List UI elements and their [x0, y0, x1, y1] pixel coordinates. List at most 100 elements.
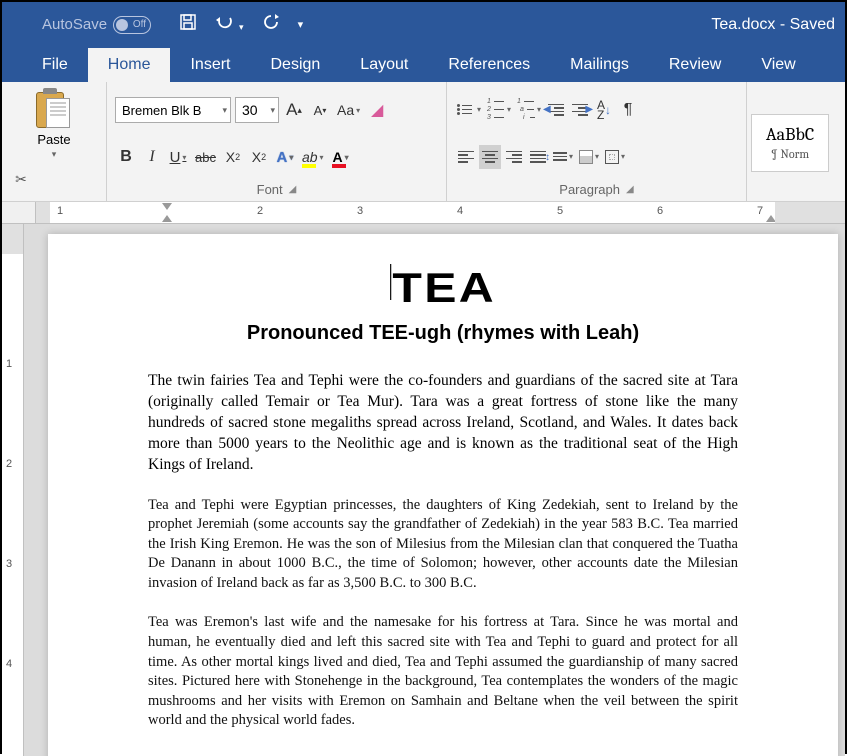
font-launcher-icon[interactable]: ◢	[289, 184, 297, 195]
tab-file[interactable]: File	[22, 48, 88, 82]
sort-button[interactable]: AZ↓	[593, 98, 615, 122]
increase-font-button[interactable]: A▴	[283, 98, 305, 122]
tab-view[interactable]: View	[741, 48, 815, 82]
ruler-tick: 7	[757, 205, 763, 217]
superscript-button[interactable]: X2	[248, 145, 270, 169]
style-caption: ¶ Norm	[771, 147, 809, 161]
clear-formatting-button[interactable]: ◢	[366, 98, 388, 122]
align-center-button[interactable]	[479, 145, 501, 169]
group-paragraph: ▾ 123▾ 1ai▾ ◀ ▶ AZ↓ ¶ ▾ ▾ ▾ Paragraph ◢	[447, 82, 747, 201]
text-effects-icon: A	[277, 149, 288, 166]
ruler-tick: 1	[57, 205, 63, 217]
save-icon[interactable]	[179, 13, 197, 36]
underline-button[interactable]: U▾	[167, 145, 189, 169]
document-page[interactable]: TEA Pronounced TEE-ugh (rhymes with Leah…	[48, 234, 838, 756]
doc-paragraph[interactable]: Tea and Tephi were Egyptian princesses, …	[148, 496, 738, 594]
show-marks-button[interactable]: ¶	[617, 98, 639, 122]
highlight-button[interactable]: ab▾	[300, 145, 326, 169]
doc-paragraph[interactable]: The twin fairies Tea and Tephi were the …	[148, 371, 738, 476]
font-color-icon: A	[332, 149, 342, 165]
autosave-label: AutoSave	[42, 16, 107, 33]
numbering-button[interactable]: 123▾	[485, 98, 513, 122]
tab-review[interactable]: Review	[649, 48, 741, 82]
ribbon: Paste ▾ ✂ Clipboard ◢ Bremen Blk B▾ 30 ▾ …	[2, 82, 845, 202]
style-normal[interactable]: AaBbC ¶ Norm	[751, 114, 829, 172]
chevron-down-icon[interactable]: ▾	[222, 105, 227, 116]
qat-customize-icon[interactable]: ▾	[298, 18, 304, 31]
vertical-ruler[interactable]: 1 2 3 4	[2, 224, 24, 756]
borders-icon	[605, 150, 619, 164]
subscript-button[interactable]: X2	[222, 145, 244, 169]
doc-subtitle[interactable]: Pronounced TEE-ugh (rhymes with Leah)	[148, 322, 738, 345]
window-title: Tea.docx - Saved	[711, 16, 835, 34]
strikethrough-button[interactable]: abc	[193, 145, 218, 169]
paste-label: Paste	[37, 132, 70, 147]
doc-title[interactable]: TEA	[104, 264, 783, 312]
align-left-button[interactable]	[455, 145, 477, 169]
redo-icon[interactable]	[262, 13, 280, 36]
title-bar: AutoSave Off ▾ ▾ Tea.docx - Saved	[2, 2, 845, 47]
shading-button[interactable]: ▾	[577, 145, 601, 169]
group-clipboard: Paste ▾ ✂ Clipboard ◢	[2, 82, 107, 201]
font-size-value: 30	[242, 102, 258, 118]
multilevel-list-button[interactable]: 1ai▾	[515, 98, 543, 122]
change-case-button[interactable]: Aa▾	[335, 98, 362, 122]
doc-paragraph[interactable]: Tea was Eremon's last wife and the names…	[148, 613, 738, 730]
bold-button[interactable]: B	[115, 145, 137, 169]
cut-icon[interactable]: ✂	[10, 168, 32, 190]
chevron-down-icon[interactable]: ▾	[270, 105, 275, 116]
undo-icon[interactable]: ▾	[215, 14, 244, 35]
first-line-indent-icon[interactable]	[162, 203, 172, 211]
bullet-list-icon	[457, 104, 475, 115]
justify-icon	[530, 151, 546, 163]
ruler-tick: 3	[357, 205, 363, 217]
line-spacing-icon	[553, 152, 567, 161]
align-right-icon	[506, 151, 522, 163]
italic-button[interactable]: I	[141, 145, 163, 169]
tab-mailings[interactable]: Mailings	[550, 48, 649, 82]
decrease-indent-button[interactable]: ◀	[545, 98, 567, 122]
align-center-icon	[482, 151, 498, 163]
hanging-indent-icon[interactable]	[162, 214, 172, 222]
ruler-tick: 3	[6, 558, 12, 570]
tab-references[interactable]: References	[428, 48, 550, 82]
font-size-combo[interactable]: 30 ▾	[235, 97, 279, 123]
decrease-font-icon: A	[314, 103, 323, 118]
paste-dropdown-icon[interactable]: ▾	[52, 149, 57, 160]
paste-icon	[36, 88, 72, 130]
bullets-button[interactable]: ▾	[455, 98, 483, 122]
tab-layout[interactable]: Layout	[340, 48, 428, 82]
borders-button[interactable]: ▾	[603, 145, 627, 169]
font-color-button[interactable]: A▾	[330, 145, 352, 169]
ruler-tick: 4	[457, 205, 463, 217]
subscript-icon: X	[226, 149, 235, 165]
increase-indent-button[interactable]: ▶	[569, 98, 591, 122]
tab-design[interactable]: Design	[250, 48, 340, 82]
sort-icon: AZ	[597, 100, 605, 120]
group-styles: AaBbC ¶ Norm	[747, 82, 837, 201]
ruler-tick: 2	[6, 458, 12, 470]
superscript-icon: X	[252, 149, 261, 165]
align-right-button[interactable]	[503, 145, 525, 169]
underline-icon: U	[170, 149, 181, 166]
tab-insert[interactable]: Insert	[170, 48, 250, 82]
tab-home[interactable]: Home	[88, 48, 171, 82]
font-name-combo[interactable]: Bremen Blk B▾	[115, 97, 231, 123]
highlight-icon: ab	[302, 149, 318, 165]
paragraph-launcher-icon[interactable]: ◢	[626, 184, 634, 195]
document-area: 1 2 3 4 5 6 7 1 2 3 4 TEA Pronounced TEE…	[2, 202, 845, 756]
autosave-toggle[interactable]: AutoSave Off	[42, 16, 151, 34]
ruler-tick: 5	[557, 205, 563, 217]
horizontal-ruler[interactable]: 1 2 3 4 5 6 7	[36, 202, 845, 224]
paste-button[interactable]: Paste ▾	[10, 86, 98, 162]
decrease-font-button[interactable]: A▾	[309, 98, 331, 122]
group-label-font: Font	[257, 182, 283, 197]
ruler-corner	[2, 202, 36, 224]
style-preview-text: AaBbC	[766, 124, 814, 145]
line-spacing-button[interactable]: ▾	[551, 145, 575, 169]
align-left-icon	[458, 151, 474, 163]
group-label-paragraph: Paragraph	[559, 182, 620, 197]
ruler-tick: 4	[6, 658, 12, 670]
toggle-switch-icon[interactable]: Off	[113, 16, 151, 34]
text-effects-button[interactable]: A▾	[274, 145, 296, 169]
